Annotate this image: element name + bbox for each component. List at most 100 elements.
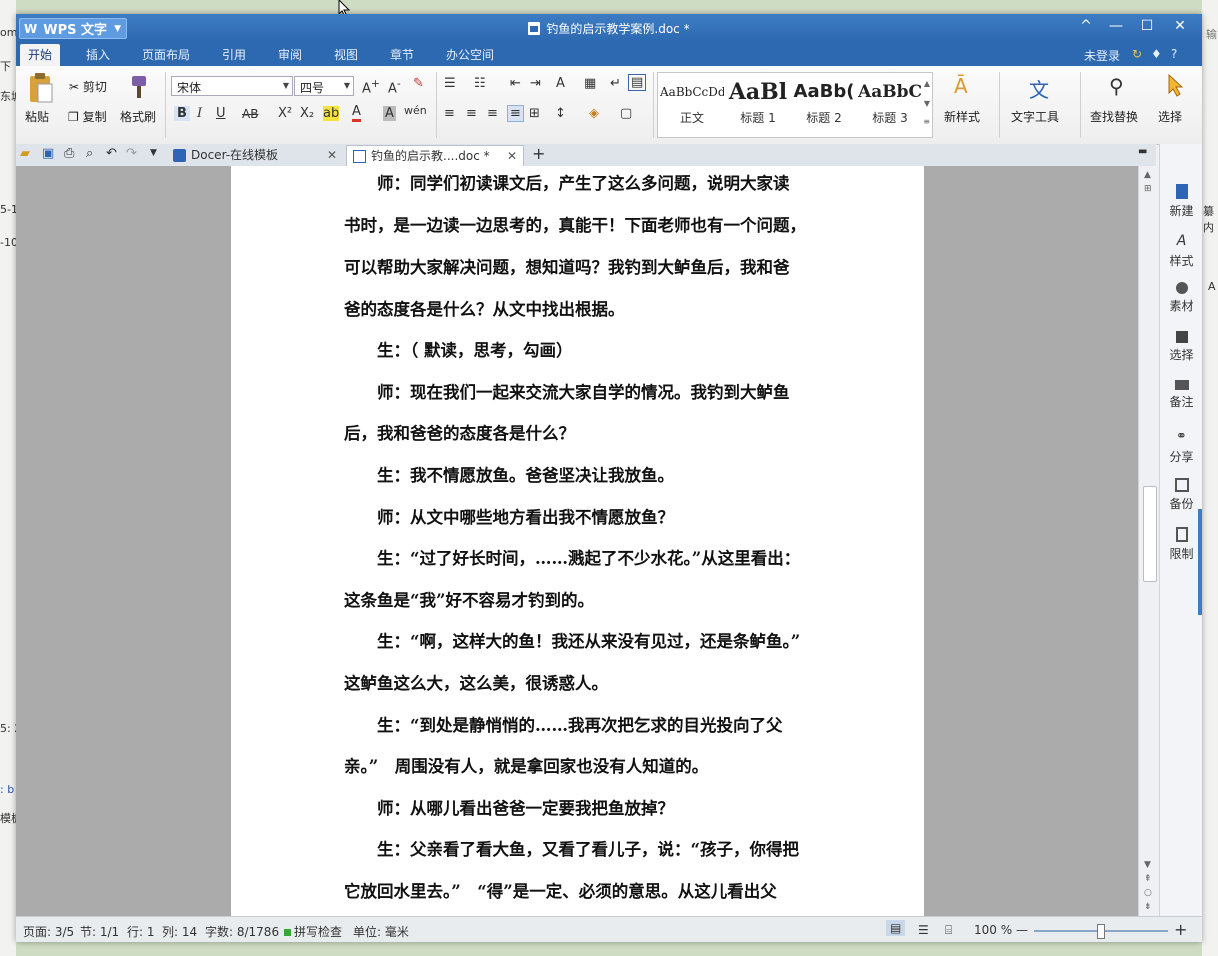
find-replace-button[interactable]: 查找替换 bbox=[1090, 108, 1138, 125]
outline-view-icon[interactable]: ☰ bbox=[918, 923, 929, 937]
copy-button[interactable]: ❐ 复制 bbox=[68, 108, 107, 125]
text-tools-button[interactable]: 文字工具 bbox=[1011, 108, 1059, 125]
align-right-icon[interactable]: ≡ bbox=[487, 106, 498, 121]
grow-font-icon[interactable]: A+ bbox=[362, 77, 380, 96]
justify-icon[interactable]: ≡ bbox=[507, 105, 524, 122]
scroll-down-icon[interactable]: ▼ bbox=[1144, 860, 1151, 870]
tab-list-icon[interactable]: ▬ bbox=[1138, 146, 1147, 157]
page-view-icon[interactable]: ▤ bbox=[886, 920, 906, 936]
style-normal[interactable]: AaBbCcDd 正文 bbox=[660, 75, 724, 133]
bullet-list-icon[interactable]: ☰ bbox=[444, 76, 456, 91]
tab-chapter[interactable]: 章节 bbox=[390, 46, 414, 63]
format-painter-icon[interactable] bbox=[128, 74, 150, 100]
tab-references[interactable]: 引用 bbox=[222, 46, 246, 63]
status-word-count[interactable]: 字数: 8/1786 bbox=[205, 923, 279, 940]
char-shading-icon[interactable]: A bbox=[383, 106, 396, 121]
save-icon[interactable]: ▣ bbox=[42, 146, 54, 161]
open-folder-icon[interactable]: ▰ bbox=[20, 146, 30, 161]
paste-button[interactable]: 粘贴 bbox=[25, 108, 49, 125]
minimize-button[interactable]: — bbox=[1104, 18, 1128, 34]
print-icon[interactable]: ⎙ bbox=[64, 146, 74, 161]
browse-object-icon[interactable]: ○ bbox=[1144, 888, 1152, 898]
zoom-slider-knob[interactable] bbox=[1097, 924, 1105, 939]
new-style-button[interactable]: 新样式 bbox=[944, 108, 980, 125]
gallery-scroll-down-icon[interactable]: ▼ bbox=[924, 99, 930, 108]
zoom-level[interactable]: 100 % bbox=[974, 923, 1012, 937]
close-tab-icon[interactable]: ✕ bbox=[327, 145, 337, 166]
numbered-list-icon[interactable]: ☷ bbox=[474, 76, 486, 91]
undo-icon[interactable]: ↶ bbox=[106, 146, 117, 161]
panel-backup[interactable]: 备份 bbox=[1160, 478, 1202, 512]
doc-map-icon[interactable]: ⊞ bbox=[1144, 184, 1152, 194]
subscript-button[interactable]: X₂ bbox=[300, 106, 314, 121]
italic-button[interactable]: I bbox=[197, 106, 202, 121]
underline-button[interactable]: U bbox=[216, 106, 226, 121]
print-preview-icon[interactable]: ⌕ bbox=[86, 146, 93, 161]
bold-button[interactable]: B bbox=[174, 106, 190, 121]
highlight-icon[interactable]: ab bbox=[323, 106, 340, 121]
select-button[interactable]: 选择 bbox=[1158, 108, 1182, 125]
tab-docer-templates[interactable]: Docer-在线模板 ✕ bbox=[167, 145, 343, 166]
tab-view[interactable]: 视图 bbox=[334, 46, 358, 63]
close-button[interactable]: ✕ bbox=[1168, 18, 1192, 34]
maximize-button[interactable]: ☐ bbox=[1135, 18, 1159, 34]
scrollbar-thumb[interactable] bbox=[1143, 486, 1157, 582]
font-color-icon[interactable]: A bbox=[352, 104, 361, 122]
style-heading-3[interactable]: AaBbC 标题 3 bbox=[858, 75, 922, 133]
zoom-out-icon[interactable]: — bbox=[1016, 923, 1028, 937]
show-layout-icon[interactable]: ▤ bbox=[628, 74, 647, 91]
shrink-font-icon[interactable]: A- bbox=[388, 77, 401, 96]
panel-notes[interactable]: 备注 bbox=[1160, 380, 1202, 410]
tab-office-space[interactable]: 办公空间 bbox=[446, 46, 494, 63]
panel-new[interactable]: 新建 bbox=[1160, 184, 1202, 219]
table-grid-icon[interactable]: ▦ bbox=[584, 76, 596, 91]
paragraph-mark-icon[interactable]: ↵ bbox=[610, 76, 621, 91]
skin-icon[interactable]: ♦ bbox=[1151, 47, 1162, 61]
text-tools-icon[interactable]: 文 bbox=[1029, 74, 1049, 103]
scroll-up-icon[interactable]: ▲ bbox=[1144, 170, 1151, 180]
panel-share[interactable]: ⚭ 分享 bbox=[1160, 429, 1202, 465]
panel-restrict[interactable]: 限制 bbox=[1160, 527, 1202, 562]
new-style-icon[interactable]: Ā bbox=[954, 74, 968, 98]
distribute-icon[interactable]: ⊞ bbox=[529, 106, 540, 121]
format-painter-button[interactable]: 格式刷 bbox=[120, 108, 156, 125]
login-link[interactable]: 未登录 bbox=[1084, 47, 1120, 64]
font-size-select[interactable]: 四号 ▼ bbox=[294, 76, 354, 96]
decrease-indent-icon[interactable]: ⇤ bbox=[510, 76, 521, 91]
new-tab-icon[interactable]: + bbox=[532, 144, 545, 163]
font-name-select[interactable]: 宋体 ▼ bbox=[171, 76, 293, 96]
shading-icon[interactable]: ◈ bbox=[589, 106, 599, 121]
tab-review[interactable]: 审阅 bbox=[278, 46, 302, 63]
panel-collapse-handle[interactable] bbox=[1198, 509, 1202, 615]
sync-icon[interactable]: ↻ bbox=[1132, 47, 1142, 61]
document-page[interactable]: 师：同学们初读课文后，产生了这么多问题，说明大家读 书时，是一边读一边思考的，真… bbox=[231, 166, 924, 916]
increase-indent-icon[interactable]: ⇥ bbox=[530, 76, 541, 91]
cursor-select-icon[interactable] bbox=[1166, 74, 1184, 98]
phonetic-guide-icon[interactable]: wén bbox=[404, 104, 427, 117]
tab-home[interactable]: 开始 bbox=[20, 44, 61, 66]
next-page-icon[interactable]: ⇟ bbox=[1144, 902, 1152, 912]
gallery-scroll-up-icon[interactable]: ▲ bbox=[924, 79, 930, 88]
gallery-expand-icon[interactable]: ≡ bbox=[923, 117, 930, 126]
clear-format-icon[interactable]: ✎ bbox=[413, 76, 424, 91]
align-center-icon[interactable]: ≡ bbox=[466, 106, 477, 121]
style-heading-2[interactable]: AaBb( 标题 2 bbox=[792, 75, 856, 133]
help-button[interactable]: ? bbox=[1171, 47, 1177, 61]
zoom-in-icon[interactable]: + bbox=[1174, 920, 1187, 939]
line-spacing-icon[interactable]: ↕ bbox=[555, 106, 566, 121]
vertical-scrollbar[interactable]: ▲ ⊞ ▼ ⇞ ○ ⇟ bbox=[1138, 166, 1159, 916]
status-unit[interactable]: 单位: 毫米 bbox=[353, 923, 409, 940]
align-left-icon[interactable]: ≡ bbox=[444, 106, 455, 121]
strikethrough-button[interactable]: AB bbox=[242, 107, 258, 121]
prev-page-icon[interactable]: ⇞ bbox=[1144, 874, 1152, 884]
text-direction-icon[interactable]: A bbox=[556, 76, 565, 91]
tab-current-document[interactable]: 钓鱼的启示教....doc * ✕ bbox=[346, 145, 524, 166]
redo-icon[interactable]: ↷ bbox=[126, 146, 137, 161]
border-icon[interactable]: ▢ bbox=[620, 106, 632, 121]
web-view-icon[interactable]: ⌸ bbox=[945, 923, 952, 938]
superscript-button[interactable]: X² bbox=[278, 106, 292, 121]
spell-check-toggle[interactable]: 拼写检查 bbox=[284, 923, 342, 940]
panel-materials[interactable]: 素材 bbox=[1160, 282, 1202, 314]
close-tab-icon[interactable]: ✕ bbox=[507, 146, 517, 167]
tab-insert[interactable]: 插入 bbox=[86, 46, 110, 63]
